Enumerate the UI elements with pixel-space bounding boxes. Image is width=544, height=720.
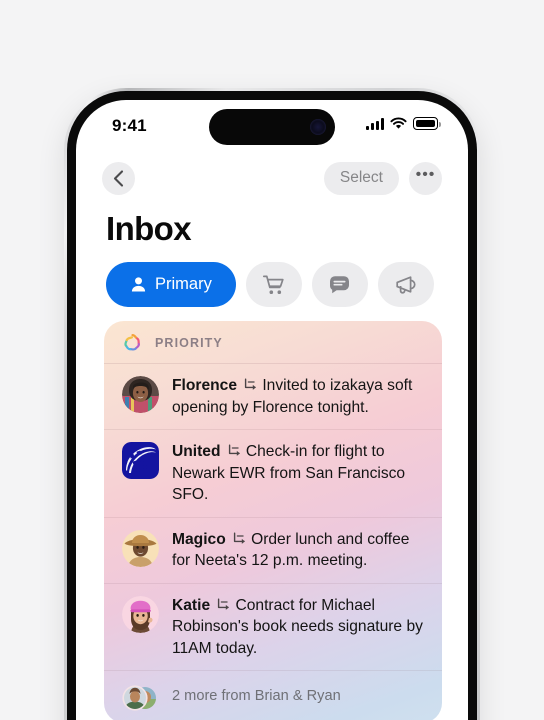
tab-transactions[interactable] [245, 262, 302, 307]
status-bar: 9:41 [76, 100, 468, 154]
tab-updates[interactable] [311, 262, 368, 307]
priority-label: PRIORITY [155, 335, 223, 350]
select-button[interactable]: Select [323, 161, 399, 195]
tab-primary[interactable]: Primary [106, 262, 236, 307]
florence-photo-avatar [122, 376, 159, 413]
more-options-button[interactable]: ••• [409, 161, 442, 195]
chat-bubble-icon [330, 276, 350, 294]
megaphone-icon [396, 275, 416, 294]
person-icon [131, 277, 146, 292]
katie-memoji-avatar [122, 595, 159, 633]
tab-primary-label: Primary [155, 275, 212, 293]
priority-sender: United [172, 443, 221, 461]
back-button[interactable] [102, 161, 135, 195]
priority-card-header: PRIORITY [104, 321, 442, 364]
summary-icon [218, 598, 230, 610]
ellipsis-icon: ••• [415, 166, 436, 183]
summary-icon [245, 378, 257, 390]
tab-promotions[interactable] [377, 262, 434, 307]
nav-right-actions: Select ••• [323, 161, 442, 195]
priority-sender: Magico [172, 530, 226, 548]
summary-icon [228, 444, 240, 456]
phone-screen: 9:41 Select ••• Inbox Primary PRIORITY F… [76, 100, 468, 720]
status-bar-indicators [366, 117, 441, 130]
priority-summary: Contract for Michael Robinson's book nee… [172, 596, 423, 657]
navigation-bar: Select ••• [76, 154, 468, 200]
priority-more-row[interactable]: 2 more from Brian & Ryan [104, 671, 442, 720]
priority-row[interactable]: Florence Invited to izakaya soft opening… [104, 364, 442, 431]
priority-sender: Katie [172, 596, 211, 614]
iphone-device-frame: 9:41 Select ••• Inbox Primary PRIORITY F… [64, 88, 480, 720]
priority-row-text: Katie Contract for Michael Robinson's bo… [172, 594, 428, 660]
more-senders-label: 2 more from Brian & Ryan [172, 688, 341, 705]
priority-row-text: United Check-in for flight to Newark EWR… [172, 440, 428, 506]
status-bar-clock: 9:41 [112, 116, 147, 135]
summary-icon [233, 532, 245, 544]
priority-row-text: Florence Invited to izakaya soft opening… [172, 374, 428, 418]
cellular-bars-icon [366, 117, 384, 130]
stacked-avatars [122, 682, 159, 712]
page-title: Inbox [106, 210, 192, 247]
apple-intelligence-icon [124, 334, 140, 351]
front-camera-icon [310, 119, 326, 135]
wifi-icon [390, 117, 407, 129]
dynamic-island[interactable] [209, 109, 335, 145]
magico-memoji-avatar [122, 529, 159, 567]
priority-row[interactable]: Magico Order lunch and coffee for Neeta'… [104, 518, 442, 584]
priority-card[interactable]: PRIORITY Florence Invited to izakaya sof… [104, 321, 442, 720]
mailbox-category-tabs: Primary [76, 248, 468, 307]
priority-sender: Florence [172, 377, 237, 394]
priority-row[interactable]: Katie Contract for Michael Robinson's bo… [104, 584, 442, 672]
united-airlines-logo [122, 442, 159, 480]
screenshot-stage: 9:41 Select ••• Inbox Primary PRIORITY F… [0, 0, 544, 720]
device-bezel: 9:41 Select ••• Inbox Primary PRIORITY F… [67, 91, 477, 720]
priority-row-text: Magico Order lunch and coffee for Neeta'… [172, 528, 428, 572]
battery-full-icon [413, 117, 441, 130]
shopping-cart-icon [263, 275, 284, 294]
priority-row[interactable]: United Check-in for flight to Newark EWR… [104, 430, 442, 518]
chevron-left-icon [113, 169, 124, 187]
